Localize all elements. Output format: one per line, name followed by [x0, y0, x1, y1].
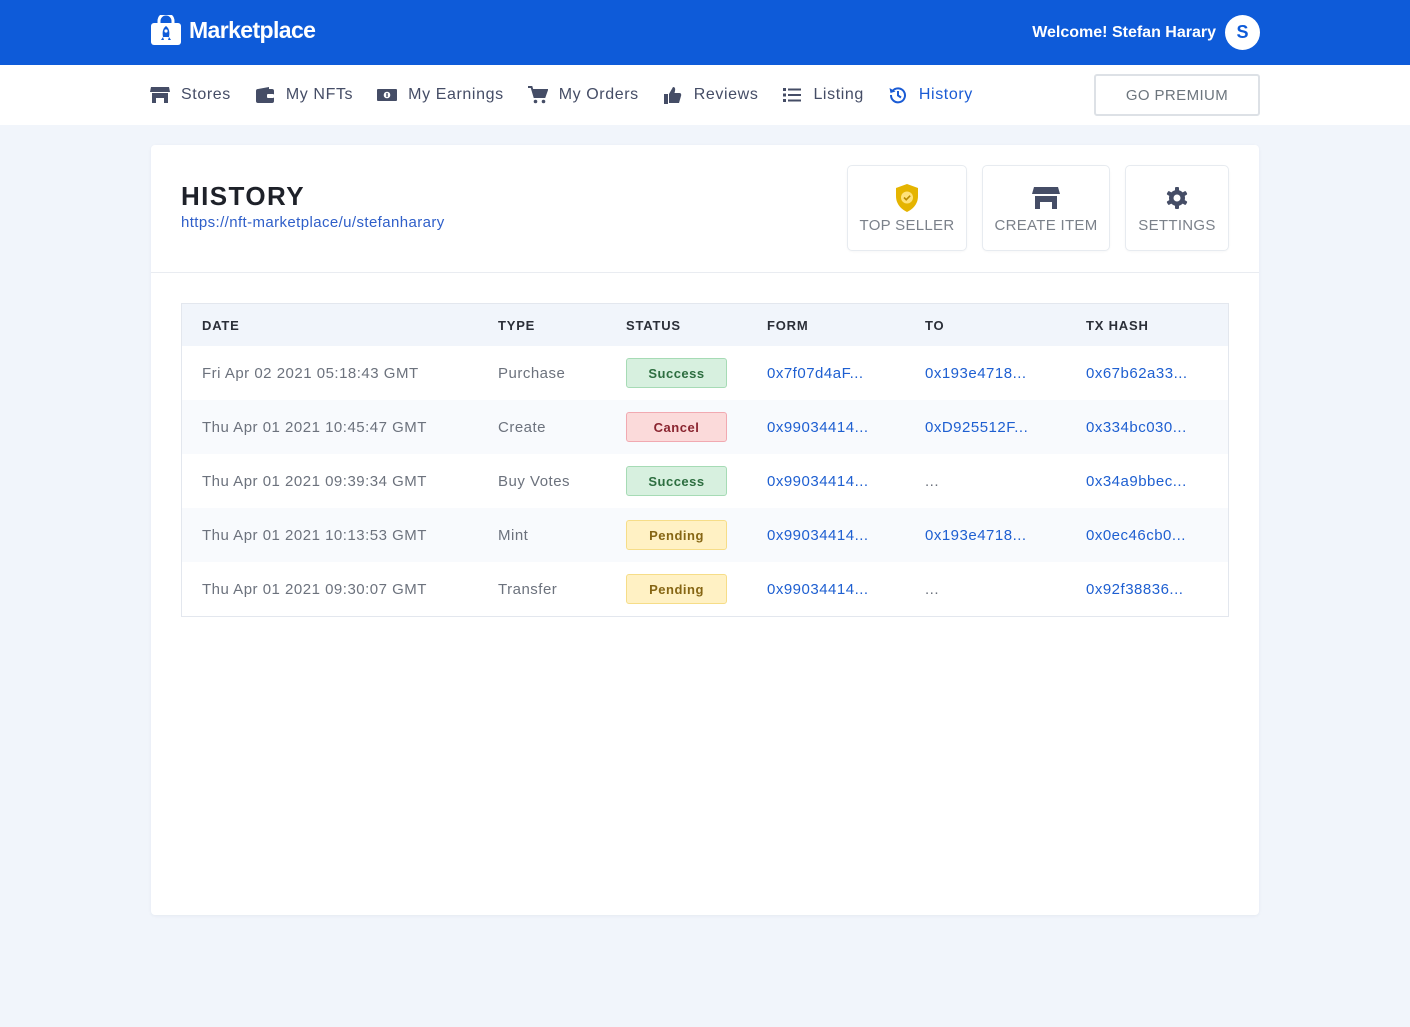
cell-form-link[interactable]: 0x7f07d4aF... [767, 346, 925, 400]
nav-label-my-earnings: My Earnings [408, 86, 504, 103]
top-seller-label: TOP SELLER [859, 216, 955, 234]
cell-date: Thu Apr 01 2021 09:39:34 GMT [202, 472, 427, 490]
cell-form-link[interactable]: 0x99034414... [767, 454, 925, 508]
cell-tx-hash-link[interactable]: 0x67b62a33... [1086, 346, 1228, 400]
profile-url-link[interactable]: https://nft-marketplace/u/stefanharary [181, 214, 445, 231]
money-bill-icon [377, 86, 398, 104]
wallet-icon [255, 86, 275, 104]
user-menu[interactable]: Welcome! Stefan Harary S [1032, 15, 1260, 50]
nav-label-history: History [918, 86, 973, 103]
status-badge: Success [626, 466, 727, 496]
shield-check-icon [894, 183, 920, 213]
shopping-bag-rocket-icon [151, 15, 181, 45]
nav-label-stores: Stores [181, 86, 231, 103]
nav-label-reviews: Reviews [693, 86, 759, 103]
cell-to-link[interactable]: 0x193e4718... [925, 346, 1086, 400]
nav-item-my-nfts[interactable]: My NFTs [255, 86, 353, 104]
cell-type: Mint [498, 508, 626, 562]
store-icon [150, 86, 170, 104]
nav-label-my-orders: My Orders [558, 86, 639, 103]
column-header-type[interactable]: TYPE [498, 304, 626, 346]
brand-logo[interactable]: Marketplace [150, 15, 316, 45]
cell-form-link[interactable]: 0x99034414... [767, 508, 925, 562]
table-row: Thu Apr 01 2021 10:45:47 GMT Create Canc… [182, 400, 1228, 454]
cell-status: Cancel [626, 400, 767, 454]
main-nav: Stores My NFTs My Earnings My Orders Rev… [150, 65, 997, 125]
cart-icon [527, 86, 548, 104]
cell-date: Fri Apr 02 2021 05:18:43 GMT [202, 364, 419, 382]
cell-status: Success [626, 346, 767, 400]
cell-date: Thu Apr 01 2021 10:45:47 GMT [182, 400, 498, 454]
nav-item-my-orders[interactable]: My Orders [527, 86, 639, 104]
nav-item-my-earnings[interactable]: My Earnings [377, 86, 504, 104]
cell-status: Success [626, 454, 767, 508]
cell-type: Transfer [498, 580, 558, 598]
history-card: HISTORY https://nft-marketplace/u/stefan… [151, 145, 1259, 915]
cell-status: Pending [626, 508, 767, 562]
go-premium-button[interactable]: GO PREMIUM [1094, 74, 1260, 116]
thumbs-up-icon [663, 86, 683, 104]
settings-label: SETTINGS [1138, 216, 1216, 234]
cell-type: Create [498, 400, 626, 454]
cell-tx-hash-link[interactable]: 0x334bc030... [1086, 400, 1228, 454]
cell-tx-hash-link[interactable]: 0x92f38836... [1086, 562, 1228, 616]
welcome-text: Welcome! Stefan Harary [1032, 23, 1216, 41]
create-item-label: CREATE ITEM [994, 216, 1098, 234]
column-header-to[interactable]: TO [925, 304, 1086, 346]
page-title: HISTORY [181, 181, 305, 211]
history-icon [888, 86, 908, 104]
cell-tx-hash-link[interactable]: 0x0ec46cb0... [1086, 508, 1228, 562]
cell-to: ... [925, 472, 940, 490]
avatar[interactable]: S [1225, 15, 1260, 50]
cell-type: Purchase [498, 364, 566, 382]
column-header-status[interactable]: STATUS [626, 304, 767, 346]
cell-to: ... [925, 580, 940, 598]
action-buttons: TOP SELLER CREATE ITEM SETTINGS [832, 165, 1229, 251]
cell-date: Thu Apr 01 2021 10:13:53 GMT [182, 508, 498, 562]
nav-item-history[interactable]: History [888, 86, 973, 104]
status-badge: Success [626, 358, 727, 388]
top-seller-button[interactable]: TOP SELLER [847, 165, 967, 251]
column-header-tx-hash[interactable]: TX HASH [1086, 304, 1228, 346]
column-header-form[interactable]: FORM [767, 304, 925, 346]
history-table: DATE TYPE STATUS FORM TO TX HASH Fri Apr… [181, 303, 1229, 617]
nav-item-listing[interactable]: Listing [782, 86, 863, 104]
column-header-date[interactable]: DATE [182, 304, 498, 346]
create-item-button[interactable]: CREATE ITEM [982, 165, 1110, 251]
table-row: Thu Apr 01 2021 09:39:34 GMT Buy Votes S… [182, 454, 1228, 508]
table-row: Thu Apr 01 2021 10:13:53 GMT Mint Pendin… [182, 508, 1228, 562]
cell-form-link[interactable]: 0x99034414... [767, 562, 925, 616]
table-header-row: DATE TYPE STATUS FORM TO TX HASH [182, 304, 1228, 346]
settings-button[interactable]: SETTINGS [1125, 165, 1229, 251]
cell-type: Buy Votes [498, 472, 571, 490]
list-icon [782, 86, 802, 104]
cell-to-link[interactable]: 0xD925512F... [925, 400, 1086, 454]
status-badge: Pending [626, 520, 727, 550]
top-bar: Marketplace Welcome! Stefan Harary S [0, 0, 1410, 65]
card-header: HISTORY https://nft-marketplace/u/stefan… [151, 145, 1259, 273]
nav-label-listing: Listing [813, 86, 864, 103]
nav-item-reviews[interactable]: Reviews [663, 86, 759, 104]
nav-bar: Stores My NFTs My Earnings My Orders Rev… [0, 65, 1410, 125]
table-row: Thu Apr 01 2021 09:30:07 GMT Transfer Pe… [182, 562, 1228, 616]
cell-date: Thu Apr 01 2021 09:30:07 GMT [202, 580, 427, 598]
brand-name: Marketplace [189, 16, 316, 43]
status-badge: Cancel [626, 412, 727, 442]
cell-status: Pending [626, 562, 767, 616]
nav-label-my-nfts: My NFTs [285, 86, 354, 103]
store-icon [1032, 183, 1060, 213]
cell-to-link[interactable]: 0x193e4718... [925, 508, 1086, 562]
status-badge: Pending [626, 574, 727, 604]
gear-icon [1165, 183, 1189, 213]
cell-form-link[interactable]: 0x99034414... [767, 400, 925, 454]
nav-item-stores[interactable]: Stores [150, 86, 231, 104]
table-row: Fri Apr 02 2021 05:18:43 GMT Purchase Su… [182, 346, 1228, 400]
cell-tx-hash-link[interactable]: 0x34a9bbec... [1086, 454, 1228, 508]
